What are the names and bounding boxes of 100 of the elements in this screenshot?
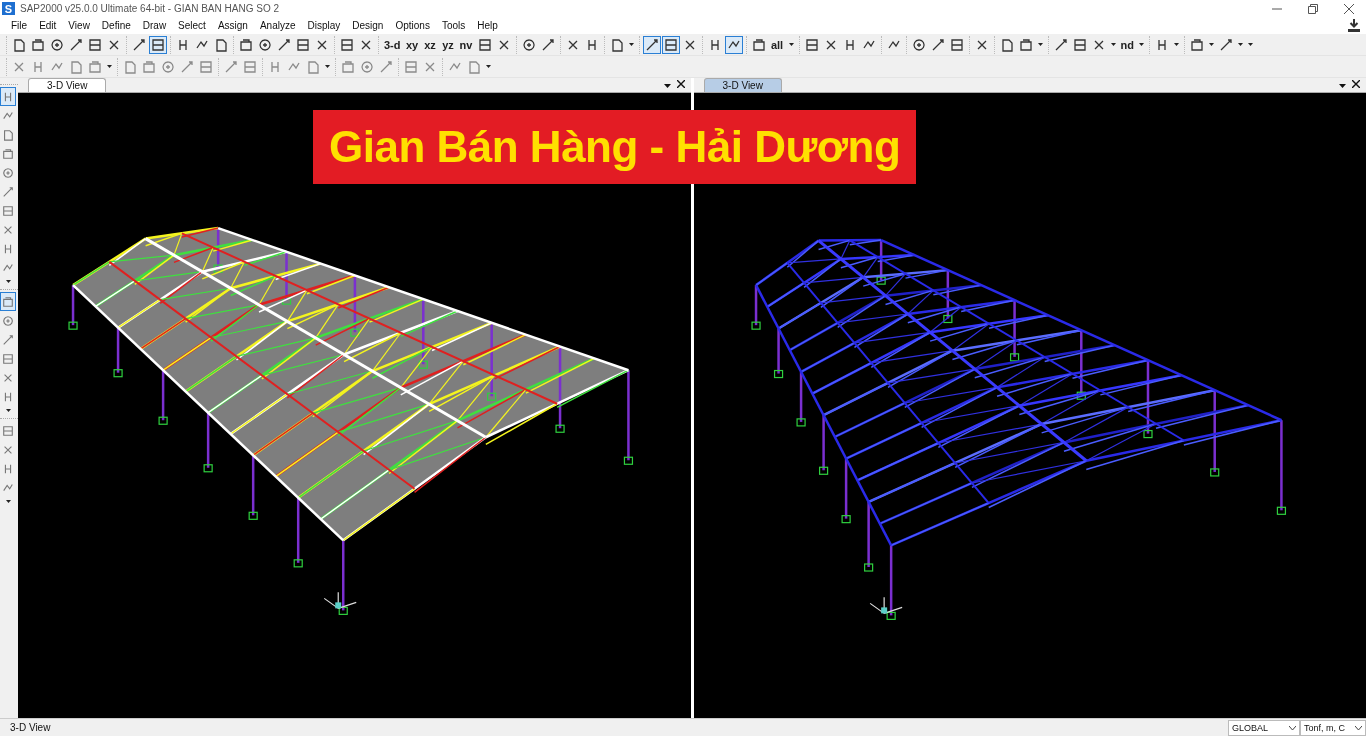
tool-icon xyxy=(123,59,137,74)
tool-icon xyxy=(243,59,257,74)
restore-icon[interactable] xyxy=(1308,3,1318,14)
menu-item[interactable]: Options xyxy=(390,20,437,31)
tool-icon xyxy=(224,59,238,74)
tool-icon xyxy=(31,37,45,52)
tool-icon xyxy=(142,59,156,74)
tool-icon xyxy=(2,462,14,475)
tool-icon xyxy=(2,204,14,217)
menu-item[interactable]: Help xyxy=(472,20,505,31)
toolbar-button[interactable] xyxy=(724,35,743,54)
tool-icon xyxy=(521,37,536,52)
axis-triad-icon xyxy=(869,596,903,614)
toolbar-button[interactable] xyxy=(149,35,167,54)
caret-icon xyxy=(1138,43,1144,46)
toolbar-button[interactable]: 3-d xyxy=(382,35,403,54)
caret-icon xyxy=(1289,725,1296,730)
coordinate-system-dropdown[interactable]: GLOBAL xyxy=(1228,719,1300,736)
tool-icon xyxy=(341,59,355,74)
tool-icon xyxy=(277,37,291,52)
tool-icon xyxy=(2,295,14,308)
menu-item[interactable]: Draw xyxy=(137,20,174,31)
status-text: 3-D View xyxy=(10,722,51,733)
tool-icon xyxy=(1072,37,1087,52)
menu-item[interactable]: Select xyxy=(173,20,213,31)
toolbar-button[interactable] xyxy=(661,35,680,54)
tool-icon xyxy=(12,37,26,52)
caret-icon xyxy=(325,65,330,68)
menu-item[interactable]: Tools xyxy=(436,20,473,31)
caret-icon xyxy=(5,408,11,412)
tool-icon xyxy=(2,147,14,160)
menu-item[interactable]: View xyxy=(63,20,97,31)
axis-triad-icon xyxy=(323,591,357,609)
toolbar-button[interactable]: nv xyxy=(457,35,475,54)
view-tab[interactable]: 3-D View xyxy=(28,78,107,92)
toolbar-button[interactable]: xz xyxy=(421,35,439,54)
tool-icon xyxy=(663,37,678,52)
caret-icon xyxy=(486,65,491,68)
caret-icon xyxy=(1355,725,1362,730)
tool-icon xyxy=(151,37,165,52)
tool-icon xyxy=(609,37,624,52)
app-logo-icon: S xyxy=(2,2,15,15)
caret-icon xyxy=(5,499,11,503)
tool-icon xyxy=(180,59,194,74)
caret-icon xyxy=(1037,43,1043,46)
close-icon[interactable] xyxy=(1344,3,1354,14)
tool-icon xyxy=(88,37,102,52)
tool-icon xyxy=(214,37,228,52)
tool-icon xyxy=(911,37,926,52)
caret-icon xyxy=(788,43,794,46)
caret-icon xyxy=(628,43,634,46)
close-icon[interactable] xyxy=(676,80,685,88)
view-tab[interactable]: 3-D View xyxy=(703,78,782,92)
tool-icon xyxy=(268,59,282,74)
toolbar-button[interactable]: yz xyxy=(439,35,457,54)
tool-icon xyxy=(2,390,14,403)
toolbar-button[interactable]: xy xyxy=(403,35,421,54)
tool-icon xyxy=(949,37,964,52)
dropdown-icon[interactable] xyxy=(663,84,671,88)
menu-item[interactable]: Display xyxy=(302,20,348,31)
menu-item[interactable]: Define xyxy=(96,20,138,31)
menu-item[interactable]: Assign xyxy=(212,20,255,31)
tool-icon xyxy=(132,37,146,52)
tool-icon xyxy=(467,59,481,74)
menu-item[interactable]: File xyxy=(6,20,35,31)
tool-icon xyxy=(1018,37,1033,52)
tool-icon xyxy=(2,333,14,346)
title-banner: Gian Bán Hàng - Hải Dương xyxy=(313,110,917,184)
tool-icon xyxy=(31,59,45,74)
tool-icon xyxy=(644,37,659,52)
tool-icon xyxy=(360,59,374,74)
menu-item[interactable]: Analyze xyxy=(254,20,303,31)
caret-icon xyxy=(1208,43,1214,46)
close-icon[interactable] xyxy=(1352,80,1360,88)
tool-icon xyxy=(258,37,272,52)
menu-item[interactable]: Design xyxy=(347,20,391,31)
tool-icon xyxy=(540,37,555,52)
toolbar-button[interactable]: nd xyxy=(1118,35,1136,54)
window-title: SAP2000 v25.0.0 Ultimate 64-bit - GIAN BAN HANG SO 2 xyxy=(20,3,279,14)
units-dropdown[interactable]: Tonf, m, C xyxy=(1300,719,1366,736)
tool-icon xyxy=(50,37,64,52)
caret-icon xyxy=(107,65,112,68)
tool-icon xyxy=(2,185,14,198)
tool-icon xyxy=(1218,37,1233,52)
tool-icon xyxy=(69,59,83,74)
tool-icon xyxy=(2,242,14,255)
tool-icon xyxy=(306,59,320,74)
dropdown-icon[interactable] xyxy=(1339,84,1346,88)
tool-icon xyxy=(2,352,14,365)
toolbar-button[interactable]: all xyxy=(768,35,786,54)
toolbar-button[interactable] xyxy=(642,35,661,54)
tool-icon xyxy=(2,314,14,327)
tool-icon xyxy=(1189,37,1204,52)
caret-icon xyxy=(1110,43,1116,46)
tool-icon xyxy=(69,37,83,52)
download-icon[interactable] xyxy=(1348,19,1360,32)
tool-icon xyxy=(404,59,418,74)
tool-icon xyxy=(239,37,253,52)
tool-icon xyxy=(751,37,766,52)
menu-item[interactable]: Edit xyxy=(34,20,64,31)
